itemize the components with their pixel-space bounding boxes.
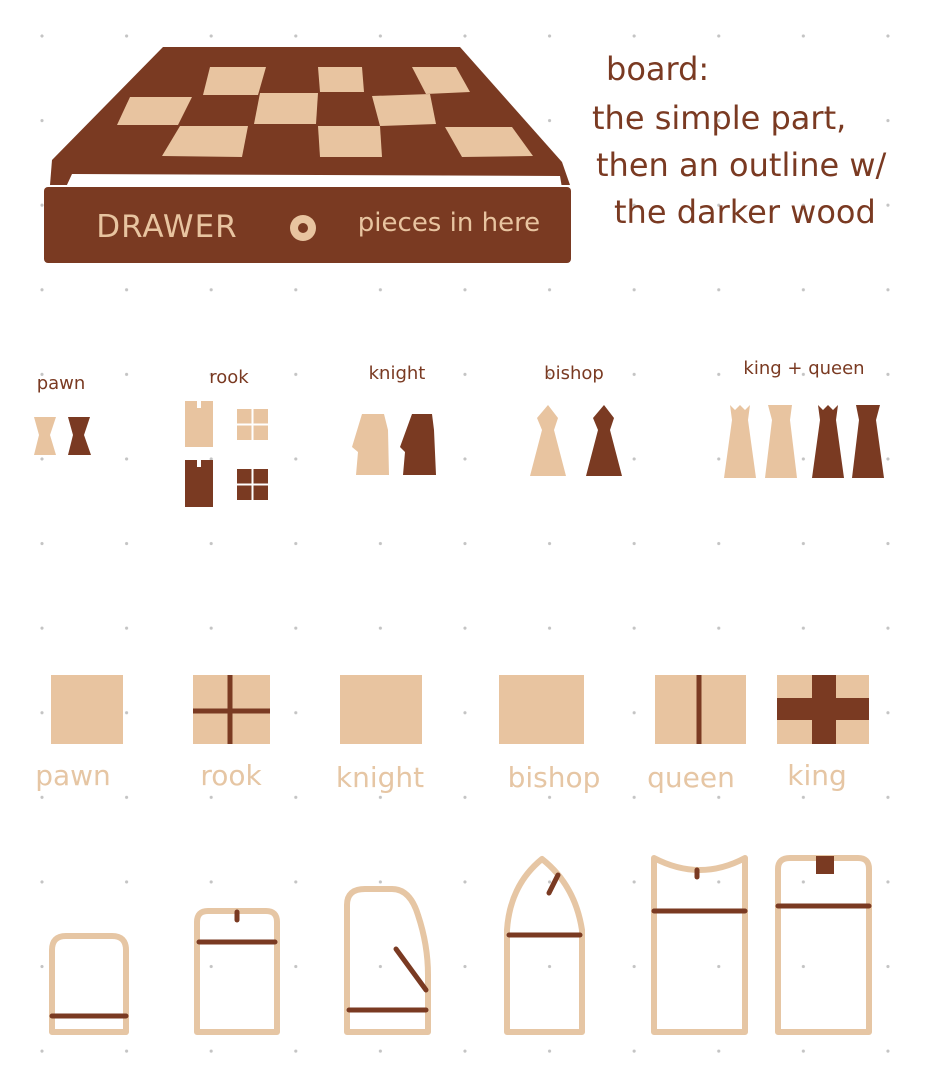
bishop-pair: [530, 405, 622, 476]
outline-rook: [194, 908, 280, 1035]
tile-label-knight: knight: [336, 761, 424, 794]
king-dark: [852, 405, 884, 478]
tile-label-king: king: [787, 759, 847, 792]
drawer-knob-center: [298, 223, 308, 233]
board-edge-highlight: [66, 174, 562, 188]
king-light: [765, 405, 797, 478]
outline-bishop: [504, 856, 585, 1035]
king-queen-set: [724, 405, 884, 478]
pieces-row: pawn rook knight bishop king + queen: [37, 358, 865, 394]
outline-queen: [651, 855, 748, 1035]
tile-label-pawn: pawn: [35, 759, 111, 792]
note-line-4: the darker wood: [614, 193, 876, 231]
board-square: [318, 67, 364, 92]
outline-king-cap: [816, 856, 834, 874]
board-square: [372, 94, 436, 126]
outline-row: [49, 855, 872, 1035]
outline-knight-slash: [393, 946, 429, 993]
note-line-1: board:: [606, 50, 709, 88]
outline-bishop-slash: [546, 872, 561, 896]
board-square: [254, 93, 318, 124]
rook-light-notch: [197, 400, 201, 408]
bishop-dark: [586, 405, 622, 476]
rook-dark-side: [185, 460, 213, 507]
tile-bishop: [499, 675, 584, 744]
queen-dark: [812, 405, 844, 478]
label-king-queen: king + queen: [743, 358, 864, 379]
drawer-label: DRAWER: [96, 209, 237, 245]
drawer-note: pieces in here: [358, 208, 540, 238]
chess-board-illustration: DRAWER pieces in here: [44, 47, 571, 263]
bishop-light: [530, 405, 566, 476]
pawn-pair: [34, 417, 91, 455]
outline-king: [775, 855, 872, 1035]
knight-dark: [400, 414, 436, 475]
pawn-light: [34, 417, 56, 455]
tile-knight: [340, 675, 422, 744]
knight-pair: [352, 414, 436, 475]
rook-set: [185, 400, 268, 507]
board-square: [203, 67, 266, 95]
pawn-dark: [68, 417, 91, 455]
board-square: [318, 126, 382, 157]
label-bishop: bishop: [544, 363, 604, 384]
label-rook: rook: [209, 367, 249, 388]
label-knight: knight: [369, 363, 426, 384]
note-line-2: the simple part,: [592, 99, 846, 137]
tile-label-bishop: bishop: [508, 761, 601, 794]
tile-king-cross-horizontal: [777, 698, 869, 720]
tile-label-rook: rook: [200, 759, 262, 792]
knight-light: [352, 414, 389, 475]
label-pawn: pawn: [37, 373, 86, 394]
tile-labels: pawn rook knight bishop queen king: [35, 759, 847, 794]
queen-light: [724, 405, 756, 478]
tiles-row: [51, 675, 869, 744]
rook-dark-notch: [197, 459, 201, 467]
board-note: board: the simple part, then an outline …: [592, 50, 887, 231]
note-line-3: then an outline w/: [596, 146, 887, 184]
sketch-canvas: DRAWER pieces in here board: the simple …: [34, 47, 887, 1035]
tile-pawn: [51, 675, 123, 744]
tile-label-queen: queen: [647, 761, 735, 794]
